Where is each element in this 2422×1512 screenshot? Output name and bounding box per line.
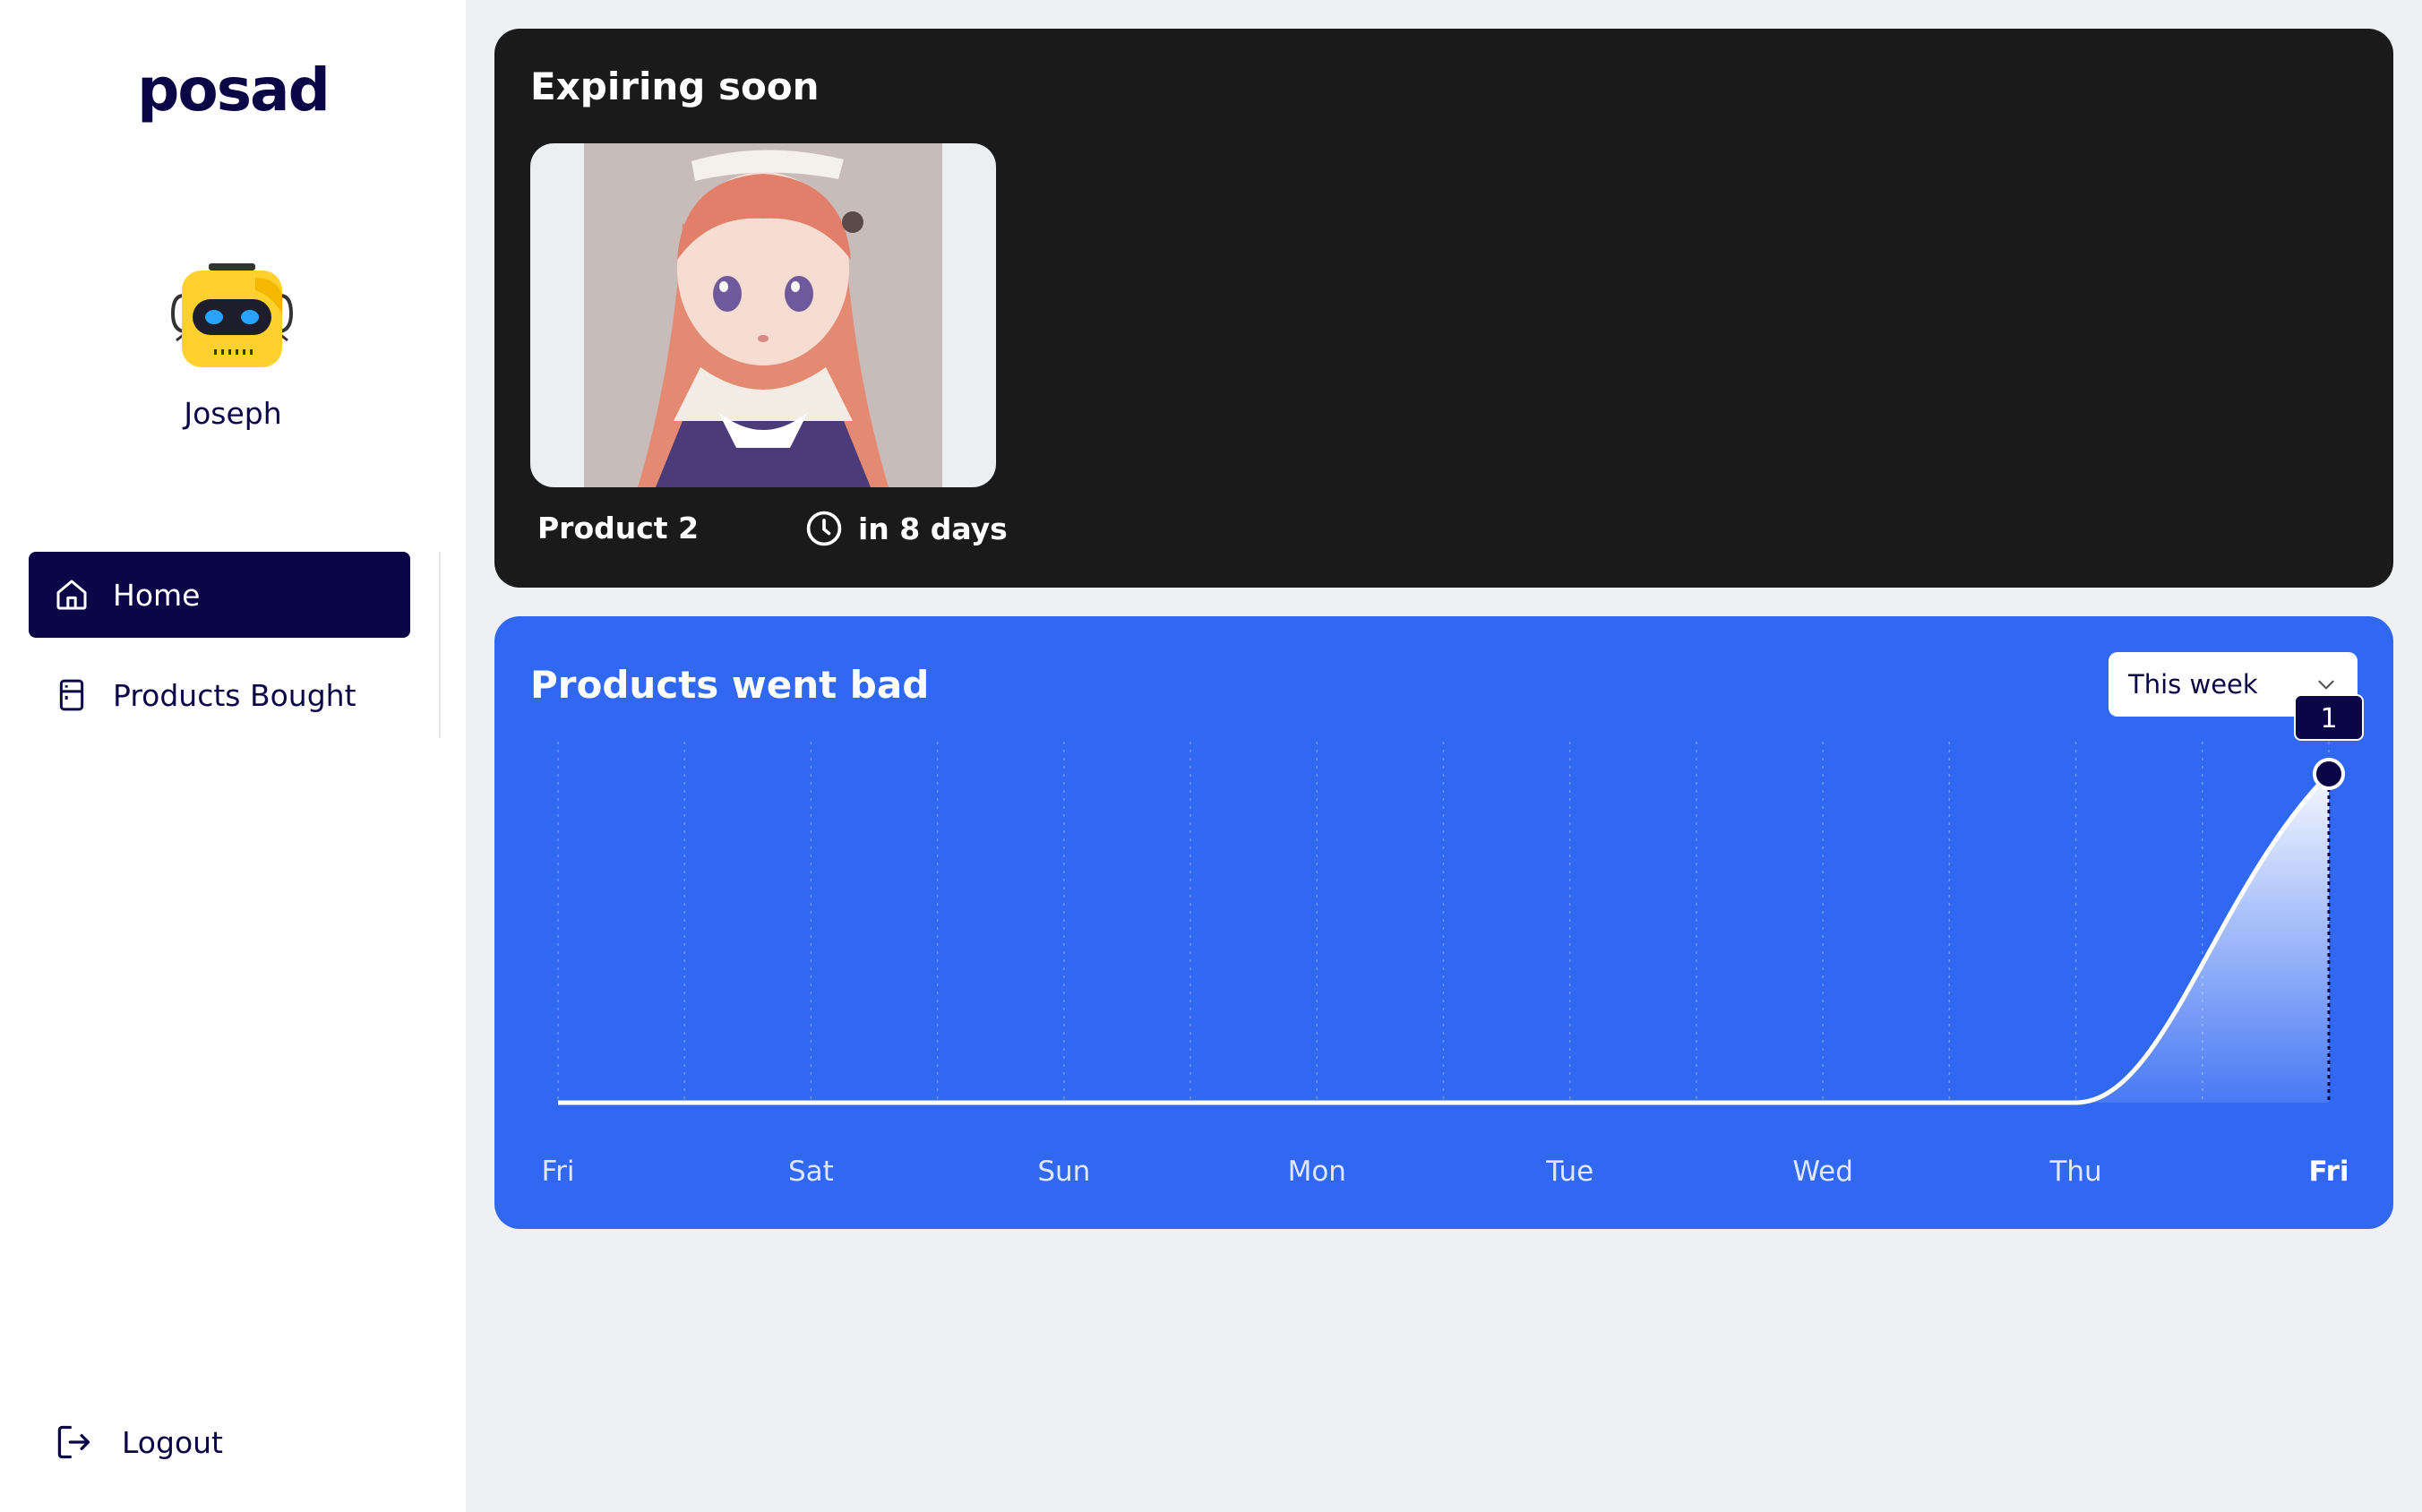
clock-icon	[806, 511, 842, 546]
app-logo[interactable]: posad	[0, 56, 466, 125]
x-axis-label: Tue	[1545, 1155, 1593, 1188]
chevron-down-icon	[2318, 680, 2334, 690]
sidebar-item-label: Home	[113, 577, 201, 613]
products-went-bad-card: Fri Sat Sun Mon Tue Wed Thu Fri Products went b…	[494, 616, 2393, 1229]
expiry-text: in 8 days	[858, 511, 1008, 546]
period-select-value: This week	[2128, 669, 2258, 700]
home-icon	[52, 575, 91, 614]
x-axis-label: Fri	[2308, 1155, 2349, 1188]
highlight-point[interactable]	[2313, 758, 2345, 790]
sidebar: posad Joseph Home Products Bought Logout	[0, 0, 466, 1512]
product-name: Product 2	[537, 511, 700, 546]
nav-divider	[439, 552, 441, 738]
expiring-soon-title: Expiring soon	[530, 64, 820, 108]
period-select[interactable]: This week	[2109, 652, 2358, 717]
x-axis-label: Thu	[2048, 1155, 2101, 1188]
sidebar-item-products-bought[interactable]: Products Bought	[29, 652, 410, 738]
sidebar-item-label: Products Bought	[113, 677, 356, 713]
robot-avatar	[170, 263, 294, 367]
x-axis-label: Fri	[542, 1155, 575, 1188]
x-axis-label: Mon	[1288, 1155, 1346, 1188]
expiring-soon-card: Expiring soon Product 2 in 8 days	[494, 29, 2393, 588]
fridge-icon	[52, 675, 91, 715]
sidebar-item-home[interactable]: Home	[29, 552, 410, 638]
user-name: Joseph	[184, 396, 282, 431]
products-went-bad-title: Products went bad	[530, 663, 930, 707]
product-card[interactable]	[530, 143, 996, 487]
x-axis-label: Wed	[1792, 1155, 1853, 1188]
logout-label: Logout	[122, 1424, 223, 1460]
product-image	[584, 143, 942, 487]
logout-icon	[54, 1420, 99, 1465]
logout-button[interactable]: Logout	[54, 1420, 223, 1465]
x-axis-label: Sun	[1037, 1155, 1090, 1188]
x-axis-label: Sat	[788, 1155, 834, 1188]
product-expiry: in 8 days	[804, 509, 1008, 548]
